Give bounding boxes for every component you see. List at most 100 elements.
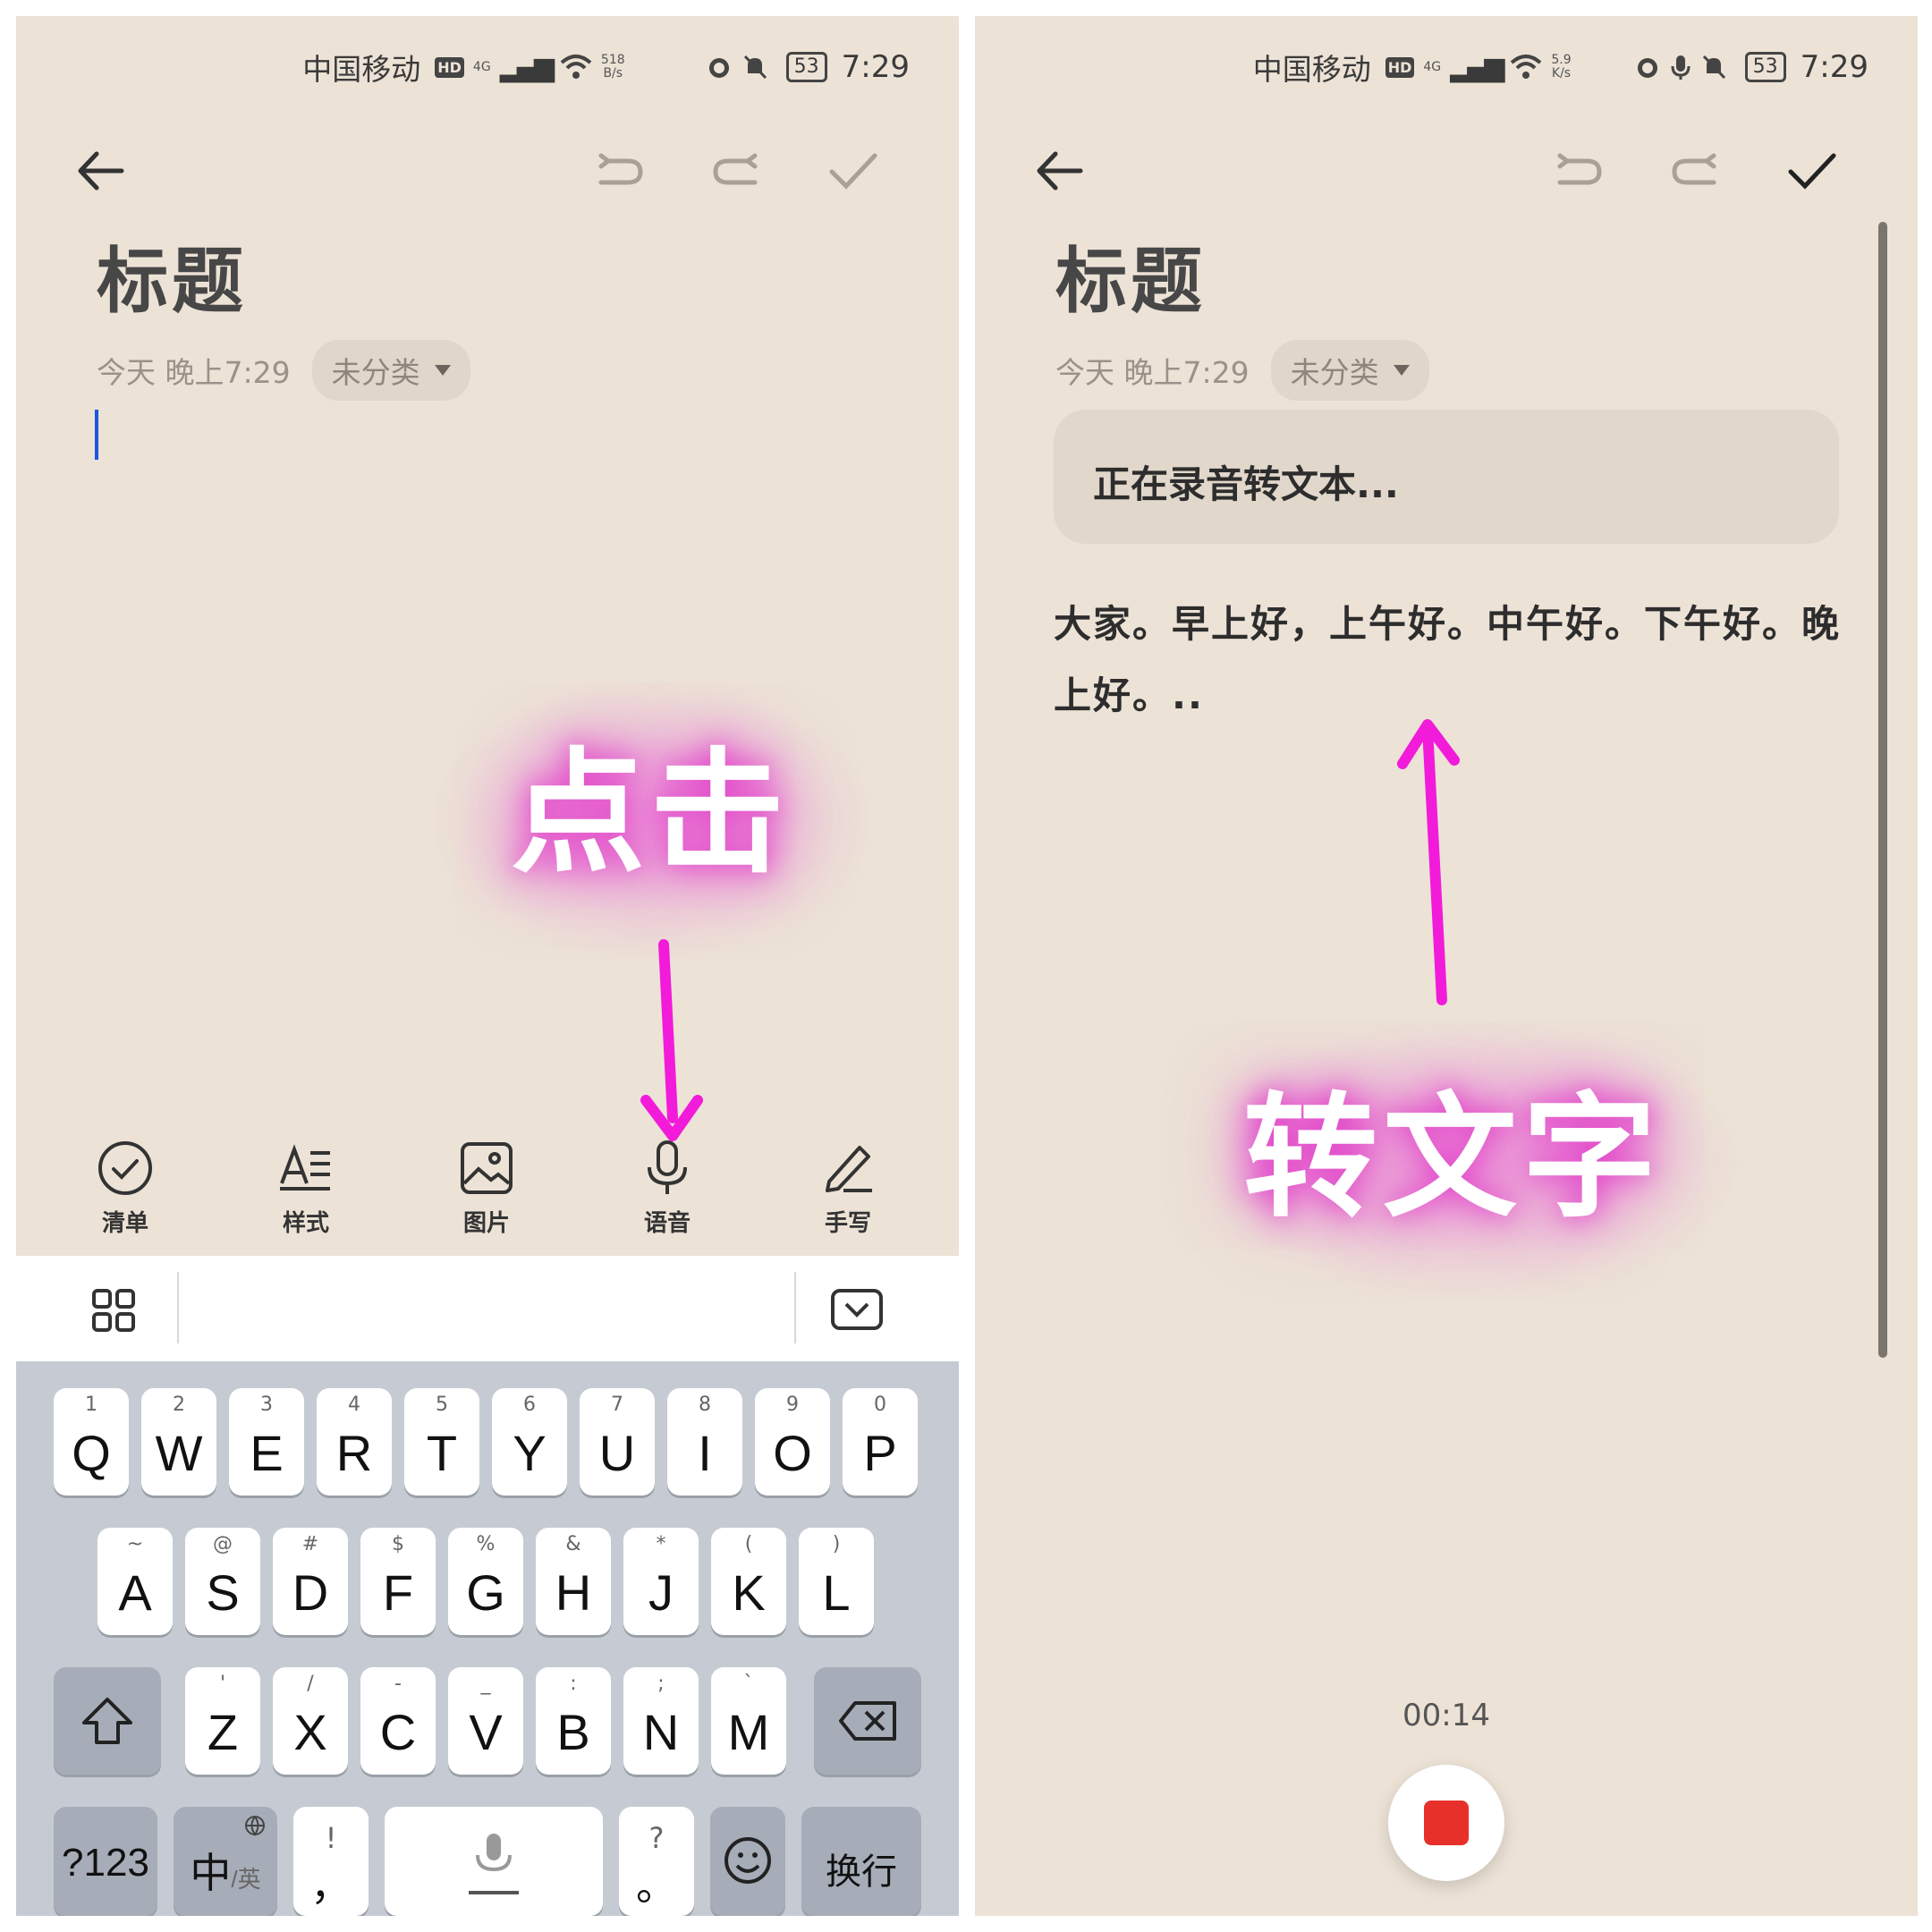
text-style-icon [280,1144,330,1191]
note-toolbar: 清单 样式 图片 语音 手写 [16,1139,959,1255]
key-f[interactable]: $ F [360,1528,436,1635]
recording-timer: 00:14 [1402,1698,1490,1733]
confirm-check-icon[interactable] [1780,140,1843,202]
key-w[interactable]: 2W [141,1388,216,1496]
key-hint: 7 [611,1394,623,1416]
key-hint: ? [648,1821,665,1855]
note-title[interactable]: 标题 [97,224,247,327]
key-hint: $ [392,1533,404,1555]
key-q[interactable]: 1Q [54,1388,129,1496]
battery-indicator: 53 [785,52,827,82]
key-hint: 2 [173,1394,185,1416]
signal-icon: ▂▄▆ [499,51,555,83]
key-letter: I [698,1425,712,1481]
scrollbar[interactable] [1878,222,1887,1358]
image-button[interactable]: 图片 [424,1139,549,1238]
key-letter: U [598,1425,636,1481]
key-b[interactable]: :B [536,1667,611,1775]
language-switch-key[interactable]: 中/英 [174,1807,277,1916]
checklist-label: 清单 [101,1210,148,1237]
key-t[interactable]: 5T [404,1388,479,1496]
key-n[interactable]: ; N [623,1667,699,1775]
back-arrow-icon[interactable] [1029,140,1091,202]
backspace-key[interactable] [814,1667,921,1775]
annotation-arrow-down [640,939,703,1141]
carrier-label: 中国移动 [1252,52,1371,87]
image-icon [461,1142,513,1194]
backspace-icon [839,1701,896,1741]
key-hint: 6 [523,1394,536,1416]
right-screenshot: 中国移动 HD 4G ▂▄▆ 5.9 K/s 53 7:29 标题 今天 晚上7:… [975,16,1918,1916]
comma-key[interactable]: !， [293,1807,369,1916]
key-y[interactable]: 6Y [492,1388,567,1496]
emoji-key[interactable] [710,1807,785,1916]
voice-button[interactable]: 语音 [605,1139,730,1238]
key-hint: ' [219,1673,226,1695]
voice-label: 语音 [643,1210,691,1237]
key-k[interactable]: (K [711,1528,786,1635]
key-x[interactable]: / X [273,1667,348,1775]
key-s[interactable]: @ S [185,1528,260,1635]
key-j[interactable]: * J [623,1528,699,1635]
key-letter: K [732,1564,766,1621]
mic-status-icon [1671,55,1690,80]
numbers-key[interactable]: ?123 [54,1807,157,1916]
checklist-button[interactable]: 清单 [63,1139,188,1238]
key-m[interactable]: ` M [711,1667,786,1775]
key-e[interactable]: 3E [229,1388,304,1496]
handwriting-button[interactable]: 手写 [785,1139,911,1238]
style-button[interactable]: 样式 [243,1139,369,1238]
key-i[interactable]: 8I [667,1388,742,1496]
key-d[interactable]: # D [273,1528,348,1635]
key-letter: ， [310,1862,352,1909]
key-letter: Z [207,1704,239,1760]
key-hint: 9 [786,1394,799,1416]
key-a[interactable]: ~ A [97,1528,173,1635]
net-speed-value: 518 [600,53,625,67]
microphone-icon [648,1140,687,1194]
key-r[interactable]: 4R [317,1388,392,1496]
category-dropdown[interactable]: 未分类 [311,340,470,401]
note-title[interactable]: 标题 [1055,224,1206,327]
key-p[interactable]: 0P [843,1388,918,1496]
note-date: 今天 晚上7:29 [97,355,291,390]
key-h[interactable]: & H [536,1528,611,1635]
status-bar: 中国移动 HD 4G ▂▄▆ 518 B/s 53 7:29 [302,36,910,98]
key-z[interactable]: ' Z [185,1667,260,1775]
shift-key[interactable] [54,1667,161,1775]
enter-key[interactable]: 换行 [801,1807,921,1916]
category-dropdown[interactable]: 未分类 [1270,340,1429,401]
key-u[interactable]: 7U [580,1388,655,1496]
redo-icon[interactable] [705,140,767,202]
stop-recording-button[interactable] [1388,1765,1504,1881]
confirm-check-icon[interactable] [821,140,884,202]
stop-icon [1424,1801,1469,1845]
key-hint: 5 [436,1394,448,1416]
key-letter: J [648,1564,674,1621]
hd-badge: HD [435,56,464,78]
hide-keyboard-icon[interactable] [830,1288,884,1333]
key-o[interactable]: 9O [755,1388,830,1496]
back-arrow-icon[interactable] [70,140,132,202]
redo-icon[interactable] [1664,140,1726,202]
key-letter: P [863,1425,897,1481]
divider [794,1272,796,1343]
note-meta: 今天 晚上7:29 未分类 [1055,340,1429,401]
key-hint: ; [657,1673,665,1695]
space-key[interactable] [385,1807,603,1916]
key-v[interactable]: _ V [448,1667,523,1775]
undo-icon[interactable] [1547,140,1610,202]
key-l[interactable]: ) L [799,1528,874,1635]
key-letter: E [250,1425,284,1481]
key-letter: S [206,1564,240,1621]
period-key[interactable]: ?。 [619,1807,694,1916]
net-speed-value: 5.9 [1551,53,1572,67]
net-speed-unit: B/s [603,66,623,80]
network-type: 4G [1423,59,1442,74]
key-hint: * [656,1533,666,1555]
emoji-icon [724,1837,771,1884]
apps-grid-icon[interactable] [91,1288,136,1333]
key-c[interactable]: -C [360,1667,436,1775]
key-g[interactable]: % G [448,1528,523,1635]
undo-icon[interactable] [589,140,651,202]
